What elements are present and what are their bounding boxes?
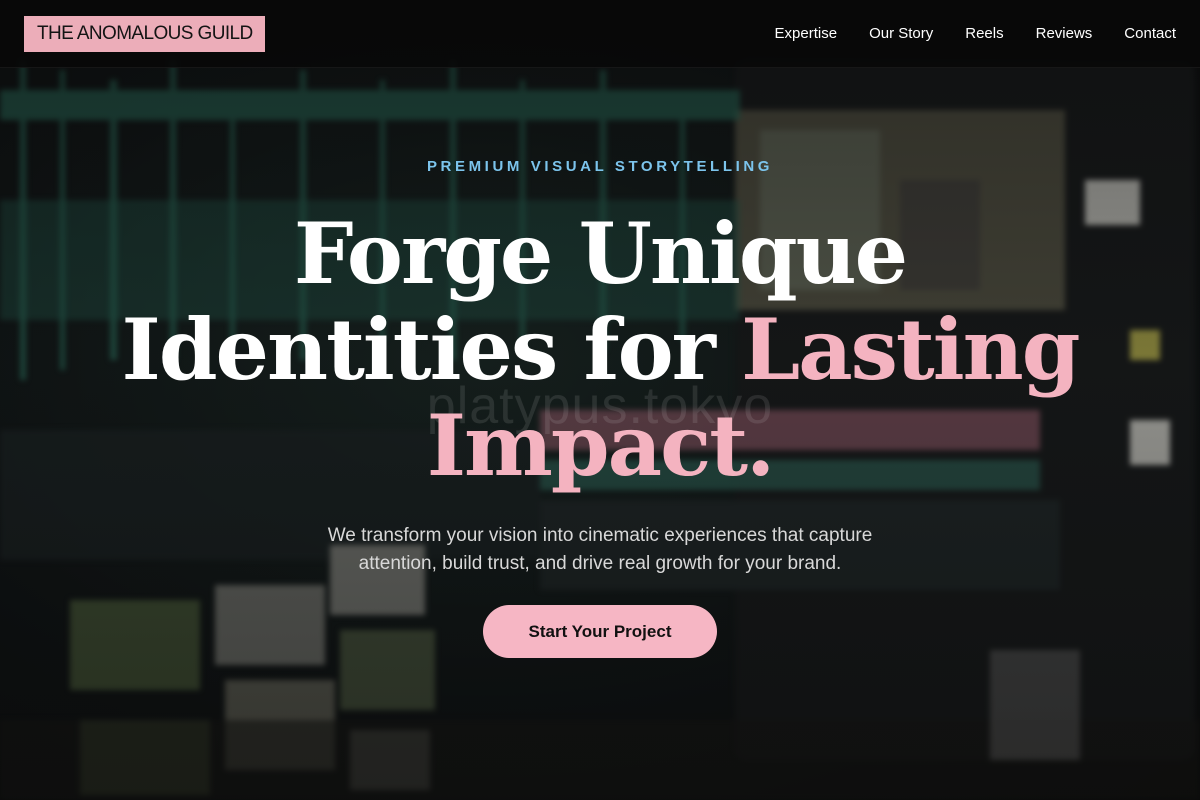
hero-subtext-line-1: We transform your vision into cinematic … bbox=[327, 525, 873, 546]
hero-subtext: We transform your vision into cinematic … bbox=[270, 522, 930, 578]
nav-link-reels[interactable]: Reels bbox=[965, 25, 1003, 42]
nav-link-expertise[interactable]: Expertise bbox=[775, 25, 838, 42]
headline-accent-lasting: Lasting bbox=[741, 300, 1080, 399]
hero-subtext-line-2: attention, build trust, and drive real g… bbox=[358, 553, 842, 574]
nav-link-our-story[interactable]: Our Story bbox=[869, 25, 933, 42]
start-project-button[interactable]: Start Your Project bbox=[483, 605, 717, 658]
brand-logo[interactable]: THE ANOMALOUS GUILD bbox=[24, 15, 265, 52]
hero-section: PREMIUM VISUAL STORYTELLING platypus.tok… bbox=[0, 68, 1200, 800]
nav-link-contact[interactable]: Contact bbox=[1124, 25, 1176, 42]
headline-line-2: Identities for bbox=[121, 300, 742, 399]
headline-line-1: Forge Unique bbox=[293, 204, 908, 303]
top-navbar: THE ANOMALOUS GUILD Expertise Our Story … bbox=[0, 0, 1200, 68]
nav-links: Expertise Our Story Reels Reviews Contac… bbox=[775, 25, 1176, 42]
page: THE ANOMALOUS GUILD Expertise Our Story … bbox=[0, 0, 1200, 800]
headline-accent-impact: Impact. bbox=[426, 396, 776, 495]
hero-headline: Forge Unique Identities for Lasting Impa… bbox=[0, 206, 1200, 494]
nav-link-reviews[interactable]: Reviews bbox=[1036, 25, 1093, 42]
hero-eyebrow: PREMIUM VISUAL STORYTELLING bbox=[426, 158, 774, 175]
